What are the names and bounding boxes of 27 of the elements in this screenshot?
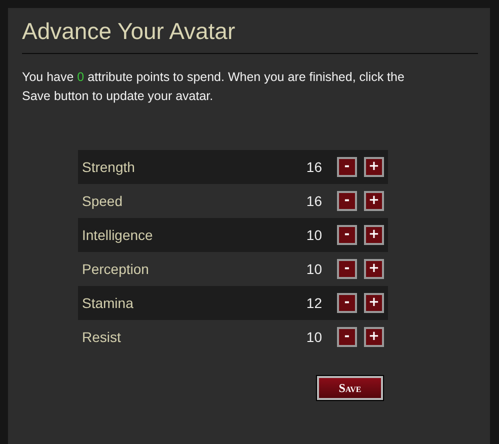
intro-text: You have 0 attribute points to spend. When you are finished, click the Save button to update your avatar. — [22, 69, 406, 105]
increase-button[interactable]: + — [364, 225, 384, 245]
increase-button[interactable]: + — [364, 327, 384, 347]
attribute-name: Intelligence — [82, 227, 154, 243]
decrease-button[interactable]: - — [337, 191, 357, 211]
decrease-button[interactable]: - — [337, 327, 357, 347]
attribute-value: 10 — [306, 261, 322, 277]
decrease-button[interactable]: - — [337, 157, 357, 177]
attribute-value: 16 — [306, 193, 322, 209]
attribute-value: 16 — [306, 159, 322, 175]
page-title: Advance Your Avatar — [22, 18, 478, 54]
decrease-button[interactable]: - — [337, 293, 357, 313]
attribute-name: Stamina — [82, 295, 134, 311]
attribute-value: 10 — [306, 227, 322, 243]
increase-button[interactable]: + — [364, 157, 384, 177]
attribute-name: Speed — [82, 193, 124, 209]
attribute-name: Strength — [82, 159, 136, 175]
save-button[interactable]: Save — [317, 376, 383, 400]
decrease-button[interactable]: - — [337, 225, 357, 245]
increase-button[interactable]: + — [364, 293, 384, 313]
increase-button[interactable]: + — [364, 259, 384, 279]
decrease-button[interactable]: - — [337, 259, 357, 279]
attribute-name: Perception — [82, 261, 150, 277]
attribute-value: 12 — [306, 295, 322, 311]
increase-button[interactable]: + — [364, 191, 384, 211]
attribute-value: 10 — [306, 329, 322, 345]
attribute-name: Resist — [82, 329, 122, 345]
